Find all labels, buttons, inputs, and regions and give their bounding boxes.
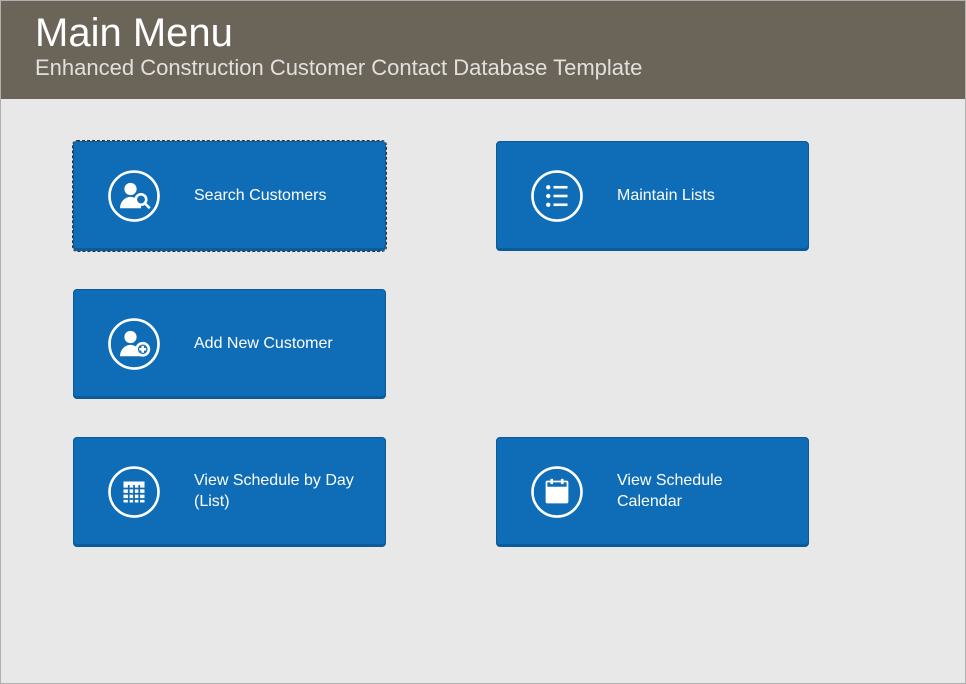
calendar-day-icon: 31: [497, 464, 617, 520]
page-subtitle: Enhanced Construction Customer Contact D…: [35, 55, 931, 81]
empty-slot: [496, 289, 809, 399]
tile-label: Maintain Lists: [617, 186, 808, 207]
page-title: Main Menu: [35, 11, 931, 55]
tile-label: Add New Customer: [194, 334, 385, 355]
tile-label: Search Customers: [194, 186, 385, 207]
calendar-grid-icon: [74, 464, 194, 520]
main-menu-window: Main Menu Enhanced Construction Customer…: [0, 0, 966, 684]
tile-label: View Schedule by Day (List): [194, 471, 385, 513]
tile-row: Search Customers Maintain Lists: [73, 141, 965, 251]
tile-search-customers[interactable]: Search Customers: [73, 141, 386, 251]
tile-row: View Schedule by Day (List) 31 View Sche…: [73, 437, 965, 547]
list-icon: [497, 168, 617, 224]
person-add-icon: [74, 316, 194, 372]
tile-maintain-lists[interactable]: Maintain Lists: [496, 141, 809, 251]
header: Main Menu Enhanced Construction Customer…: [1, 1, 965, 99]
person-search-icon: [74, 168, 194, 224]
tile-view-schedule-list[interactable]: View Schedule by Day (List): [73, 437, 386, 547]
tile-add-new-customer[interactable]: Add New Customer: [73, 289, 386, 399]
svg-text:31: 31: [551, 490, 563, 502]
tile-row: Add New Customer: [73, 289, 965, 399]
tile-view-schedule-calendar[interactable]: 31 View Schedule Calendar: [496, 437, 809, 547]
tile-label: View Schedule Calendar: [617, 471, 808, 513]
tile-grid: Search Customers Maintain Lists: [1, 99, 965, 547]
